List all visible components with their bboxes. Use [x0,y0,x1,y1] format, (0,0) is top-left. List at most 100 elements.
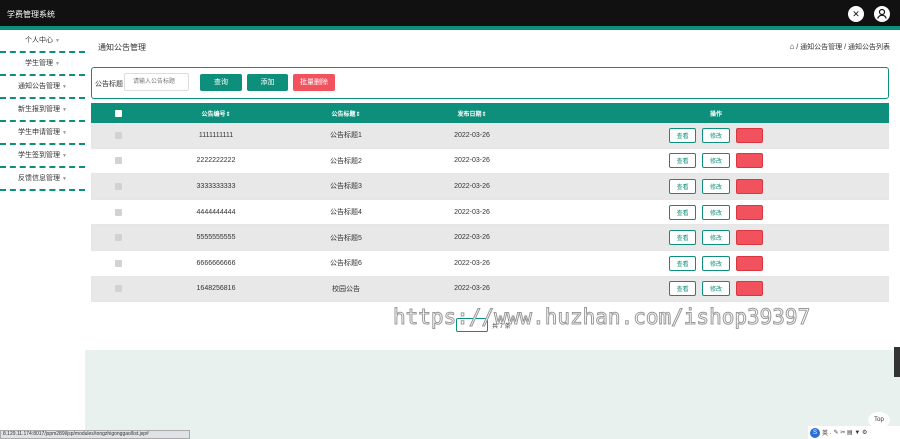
row-checkbox[interactable] [113,149,123,174]
cell-notice-title: 校园公告 [332,285,360,293]
view-button[interactable]: 查看 [669,204,697,220]
chevron-down-icon: ▼ [62,84,67,90]
table-body: 1111111111 公告标题1 2022-03-26 查看 修改 删除 222222222… [91,123,889,303]
cell-publish-date: 2022-03-26 [454,131,490,139]
sidebar-item-label: 通知公告管理 [18,83,61,90]
sidebar-item-feedback[interactable]: 反馈信息管理 ▼ [0,168,85,191]
checkbox-box [114,285,122,293]
view-button[interactable]: 查看 [669,127,697,143]
cell-notice-id: 1648256816 [196,285,236,293]
cell-notice-id: 6666666666 [196,259,236,267]
view-button[interactable]: 查看 [669,153,697,169]
view-button[interactable]: 查看 [669,281,697,297]
delete-button[interactable]: 删除 [735,178,763,194]
cell-notice-id: 5555555555 [196,234,236,242]
sidebar-item-checkin[interactable]: 学生签到管理 ▼ [0,145,85,168]
ime-tools[interactable]: ✎ ✂ ▤ ▼ ⚙ [834,429,868,436]
delete-button[interactable]: 删除 [735,204,763,220]
view-button[interactable]: 查看 [669,178,697,194]
table-row: 6666666666 公告标题6 2022-03-26 查看 修改 删除 [91,250,889,277]
edit-button[interactable]: 修改 [702,230,730,246]
cell-notice-id: 1111111111 [198,131,234,139]
notice-table: 公告编号⇕ 公告标题⇕ 发布日期⇕ 操作 1111111111 公告标题1 2022… [91,103,889,303]
edit-button[interactable]: 修改 [702,127,730,143]
edit-button[interactable]: 修改 [702,281,730,297]
edit-button[interactable]: 修改 [702,178,730,194]
main-content: 通知公告管理 ⌂ / 通知公告管理 / 通知公告列表 公告标题 查询 添加 批量… [85,30,900,350]
ime-logo-icon[interactable]: S [810,427,820,438]
breadcrumb: ⌂ / 通知公告管理 / 通知公告列表 [789,42,890,52]
cell-publish-date: 2022-03-26 [454,234,490,242]
checkbox-box [114,109,122,117]
ime-language-toggle[interactable]: 英 · [822,428,832,437]
delete-button[interactable]: 删除 [735,127,763,143]
row-actions: 查看 修改 删除 [666,277,766,302]
select-all-checkbox[interactable] [113,103,123,123]
sidebar-item-label: 反馈信息管理 [18,175,61,182]
view-button[interactable]: 查看 [669,230,697,246]
batch-delete-button[interactable]: 批量删除 [293,74,335,91]
chevron-down-icon: ▼ [62,153,67,159]
sidebar-item-applications[interactable]: 学生申请管理 ▼ [0,122,85,145]
row-checkbox[interactable] [113,277,123,302]
row-actions: 查看 修改 删除 [666,174,766,199]
sidebar-item-registration[interactable]: 新生报到管理 ▼ [0,99,85,122]
add-button[interactable]: 添加 [247,74,288,91]
row-checkbox[interactable] [113,200,123,225]
row-checkbox[interactable] [113,123,123,148]
watermark-text: https://www.huzhan.com/ishop39397 [392,305,811,330]
view-button[interactable]: 查看 [669,255,697,271]
chevron-down-icon: ▼ [62,176,67,182]
checkbox-box [114,157,122,165]
title-row: 通知公告管理 ⌂ / 通知公告管理 / 通知公告列表 [85,30,900,62]
column-header-date[interactable]: 发布日期⇕ [417,103,527,123]
cell-publish-date: 2022-03-26 [454,182,490,190]
sidebar-item-notices[interactable]: 通知公告管理 ▼ [0,76,85,99]
column-header-id[interactable]: 公告编号⇕ [161,103,271,123]
side-feedback-tab[interactable] [894,347,900,377]
cell-notice-title: 公告标题2 [330,157,362,165]
checkbox-box [114,259,122,267]
sidebar-item-label: 学生管理 [25,60,54,67]
status-bar-url: 8.129.11.174:8017/jspm289l/jsp/modules/t… [0,430,190,439]
app-title: 学费管理系统 [7,10,55,19]
row-actions: 查看 修改 删除 [666,200,766,225]
column-header-actions: 操作 [709,111,722,118]
edit-button[interactable]: 修改 [702,153,730,169]
chevron-down-icon: ▼ [55,61,60,67]
top-bar: 学费管理系统 ✕ [0,0,900,26]
checkbox-box [114,234,122,242]
delete-button[interactable]: 删除 [735,153,763,169]
checkbox-box [114,208,122,216]
sidebar-item-label: 学生签到管理 [18,152,61,159]
ime-toolbar: S 英 · ✎ ✂ ▤ ▼ ⚙ [808,426,900,439]
cell-publish-date: 2022-03-26 [454,285,490,293]
table-row: 5555555555 公告标题5 2022-03-26 查看 修改 删除 [91,225,889,251]
cell-notice-id: 2222222222 [196,157,236,165]
sidebar-item-students[interactable]: 学生管理 ▼ [0,53,85,76]
delete-button[interactable]: 删除 [735,255,763,271]
query-button[interactable]: 查询 [200,74,242,91]
row-checkbox[interactable] [113,174,123,199]
delete-button[interactable]: 删除 [735,281,763,297]
checkbox-box [114,182,122,190]
table-row: 3333333333 公告标题3 2022-03-26 查看 修改 删除 [91,174,889,200]
sidebar-item-profile[interactable]: 个人中心 ▼ [0,30,85,53]
row-actions: 查看 修改 删除 [666,251,766,276]
table-header: 公告编号⇕ 公告标题⇕ 发布日期⇕ 操作 [91,103,889,123]
close-icon[interactable]: ✕ [848,6,864,22]
delete-button[interactable]: 删除 [735,230,763,246]
row-actions: 查看 修改 删除 [666,225,766,250]
user-icon[interactable] [874,6,890,22]
search-input[interactable] [124,73,189,91]
column-header-title[interactable]: 公告标题⇕ [291,103,401,123]
cell-notice-title: 公告标题4 [330,209,362,217]
row-checkbox[interactable] [113,251,123,276]
search-label: 公告标题 [95,81,123,88]
row-checkbox[interactable] [113,225,123,250]
edit-button[interactable]: 修改 [702,204,730,220]
chevron-down-icon: ▼ [55,38,60,44]
cell-notice-title: 公告标题3 [330,183,362,191]
edit-button[interactable]: 修改 [702,255,730,271]
cell-notice-title: 公告标题6 [330,260,362,268]
